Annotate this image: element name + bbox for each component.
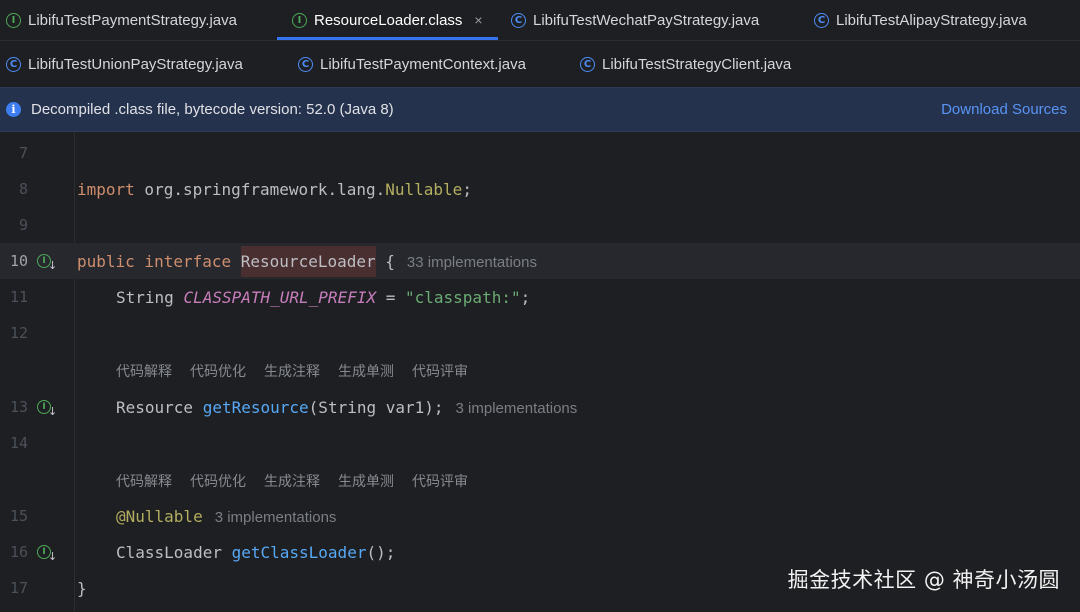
banner-message: Decompiled .class file, bytecode version… — [31, 101, 394, 118]
action-generate-comment[interactable]: 生成注释 — [264, 471, 320, 491]
ai-code-actions: 代码解释 代码优化 生成注释 生成单测 代码评审 — [116, 471, 468, 491]
action-code-optimize[interactable]: 代码优化 — [190, 361, 246, 381]
package-path: org.springframework.lang. — [134, 179, 386, 199]
tab-label: LibifuTestPaymentStrategy.java — [28, 11, 237, 29]
tab-label: LibifuTestPaymentContext.java — [320, 55, 526, 73]
line-number: 8 — [18, 180, 28, 198]
line-number: 7 — [18, 144, 28, 162]
code-line: 13 I ↓ Resource getResource(String var1)… — [0, 389, 1080, 425]
code-editor[interactable]: 7 8 import org.springframework.lang.Null… — [0, 132, 1080, 612]
tab-libifu-test-alipay-strategy[interactable]: C LibifuTestAlipayStrategy.java — [814, 0, 1027, 40]
code-line: 15 @Nullable 3 implementations — [0, 498, 1080, 534]
implementations-hint[interactable]: 3 implementations — [456, 400, 578, 417]
method-args: (); — [366, 542, 396, 562]
implementations-hint[interactable]: 33 implementations — [407, 254, 537, 271]
punctuation: { — [375, 251, 395, 271]
interface-name: ResourceLoader — [240, 245, 376, 277]
interface-file-icon: I — [6, 12, 21, 28]
arrow-down-icon: ↓ — [48, 405, 58, 418]
action-generate-comment[interactable]: 生成注释 — [264, 361, 320, 381]
punctuation: ; — [462, 179, 472, 199]
class-file-icon: C — [298, 56, 313, 72]
class-file-icon: C — [814, 12, 829, 28]
line-number: 9 — [18, 216, 28, 234]
ai-code-actions: 代码解释 代码优化 生成注释 生成单测 代码评审 — [116, 361, 468, 381]
line-number: 14 — [9, 434, 28, 452]
method-name: getClassLoader — [231, 542, 367, 562]
close-icon[interactable]: × — [474, 12, 482, 28]
code-line: 14 — [0, 425, 1080, 461]
editor-tab-bar-row-2: C LibifuTestUnionPayStrategy.java C Libi… — [0, 41, 1080, 87]
code-line: 12 — [0, 315, 1080, 351]
action-generate-unit-test[interactable]: 生成单测 — [338, 361, 394, 381]
action-code-explain[interactable]: 代码解释 — [116, 471, 172, 491]
download-sources-link[interactable]: Download Sources — [941, 101, 1067, 118]
code-text: String CLASSPATH_URL_PREFIX = "classpath… — [116, 288, 530, 307]
tab-libifu-test-wechat-pay-strategy[interactable]: C LibifuTestWechatPayStrategy.java — [511, 0, 759, 40]
tab-libifu-test-strategy-client[interactable]: C LibifuTestStrategyClient.java — [580, 41, 791, 87]
code-text: Resource getResource(String var1); 3 impl… — [116, 398, 577, 417]
action-code-explain[interactable]: 代码解释 — [116, 361, 172, 381]
action-code-review[interactable]: 代码评审 — [412, 471, 468, 491]
code-line: 8 import org.springframework.lang.Nullab… — [0, 171, 1080, 207]
constant-name: CLASSPATH_URL_PREFIX — [183, 287, 377, 307]
keyword: public interface — [77, 251, 232, 271]
arrow-down-icon: ↓ — [48, 259, 58, 272]
code-line: 11 String CLASSPATH_URL_PREFIX = "classp… — [0, 279, 1080, 315]
decompiled-notice-banner: i Decompiled .class file, bytecode versi… — [0, 87, 1080, 132]
line-number: 13 — [9, 398, 28, 416]
line-number: 15 — [9, 507, 28, 525]
code-text: ClassLoader getClassLoader(); — [116, 543, 395, 562]
info-icon: i — [6, 102, 21, 117]
action-code-review[interactable]: 代码评审 — [412, 361, 468, 381]
code-line: 9 — [0, 207, 1080, 243]
tab-label: ResourceLoader.class — [314, 11, 463, 29]
operator: = — [376, 287, 405, 307]
class-file-icon: C — [6, 56, 21, 72]
type-name: String — [116, 287, 184, 307]
code-line-current: 10 I ↓ public interface ResourceLoader {… — [0, 243, 1080, 279]
annotation: @Nullable — [116, 506, 203, 526]
implementations-hint[interactable]: 3 implementations — [215, 509, 337, 526]
arrow-down-icon: ↓ — [48, 550, 58, 563]
class-file-icon: C — [511, 12, 526, 28]
line-number: 10 — [9, 252, 28, 270]
action-generate-unit-test[interactable]: 生成单测 — [338, 471, 394, 491]
string-literal: "classpath:" — [405, 287, 521, 307]
tab-libifu-test-payment-strategy[interactable]: I LibifuTestPaymentStrategy.java — [6, 0, 237, 40]
code-line: 7 — [0, 135, 1080, 171]
tab-label: LibifuTestAlipayStrategy.java — [836, 11, 1027, 29]
tab-label: LibifuTestUnionPayStrategy.java — [28, 55, 243, 73]
code-text: @Nullable 3 implementations — [116, 507, 336, 526]
method-name: getResource — [202, 397, 309, 417]
tab-resource-loader-class[interactable]: I ResourceLoader.class × — [277, 0, 498, 40]
class-file-icon: C — [580, 56, 595, 72]
keyword: import — [77, 179, 135, 199]
line-number: 12 — [9, 324, 28, 342]
closing-brace: } — [77, 578, 87, 598]
type-name: ClassLoader — [116, 542, 232, 562]
code-text: public interface ResourceLoader {33 impl… — [77, 245, 537, 277]
code-text: import org.springframework.lang.Nullable… — [77, 180, 472, 199]
tab-label: LibifuTestWechatPayStrategy.java — [533, 11, 760, 29]
line-number: 16 — [9, 543, 28, 561]
type-name: Resource — [116, 397, 203, 417]
class-name: Nullable — [385, 179, 463, 199]
tab-libifu-test-union-pay-strategy[interactable]: C LibifuTestUnionPayStrategy.java — [6, 41, 243, 87]
action-code-optimize[interactable]: 代码优化 — [190, 471, 246, 491]
punctuation: ; — [520, 287, 531, 307]
editor-tab-bar-row-1: I LibifuTestPaymentStrategy.java I Resou… — [0, 0, 1080, 41]
line-number: 11 — [9, 288, 28, 306]
tab-label: LibifuTestStrategyClient.java — [602, 55, 792, 73]
watermark: 掘金技术社区 @ 神奇小汤圆 — [787, 568, 1060, 592]
interface-file-icon: I — [292, 12, 307, 28]
line-number: 17 — [9, 579, 28, 597]
method-args: (String var1); — [308, 397, 444, 417]
tab-libifu-test-payment-context[interactable]: C LibifuTestPaymentContext.java — [298, 41, 526, 87]
